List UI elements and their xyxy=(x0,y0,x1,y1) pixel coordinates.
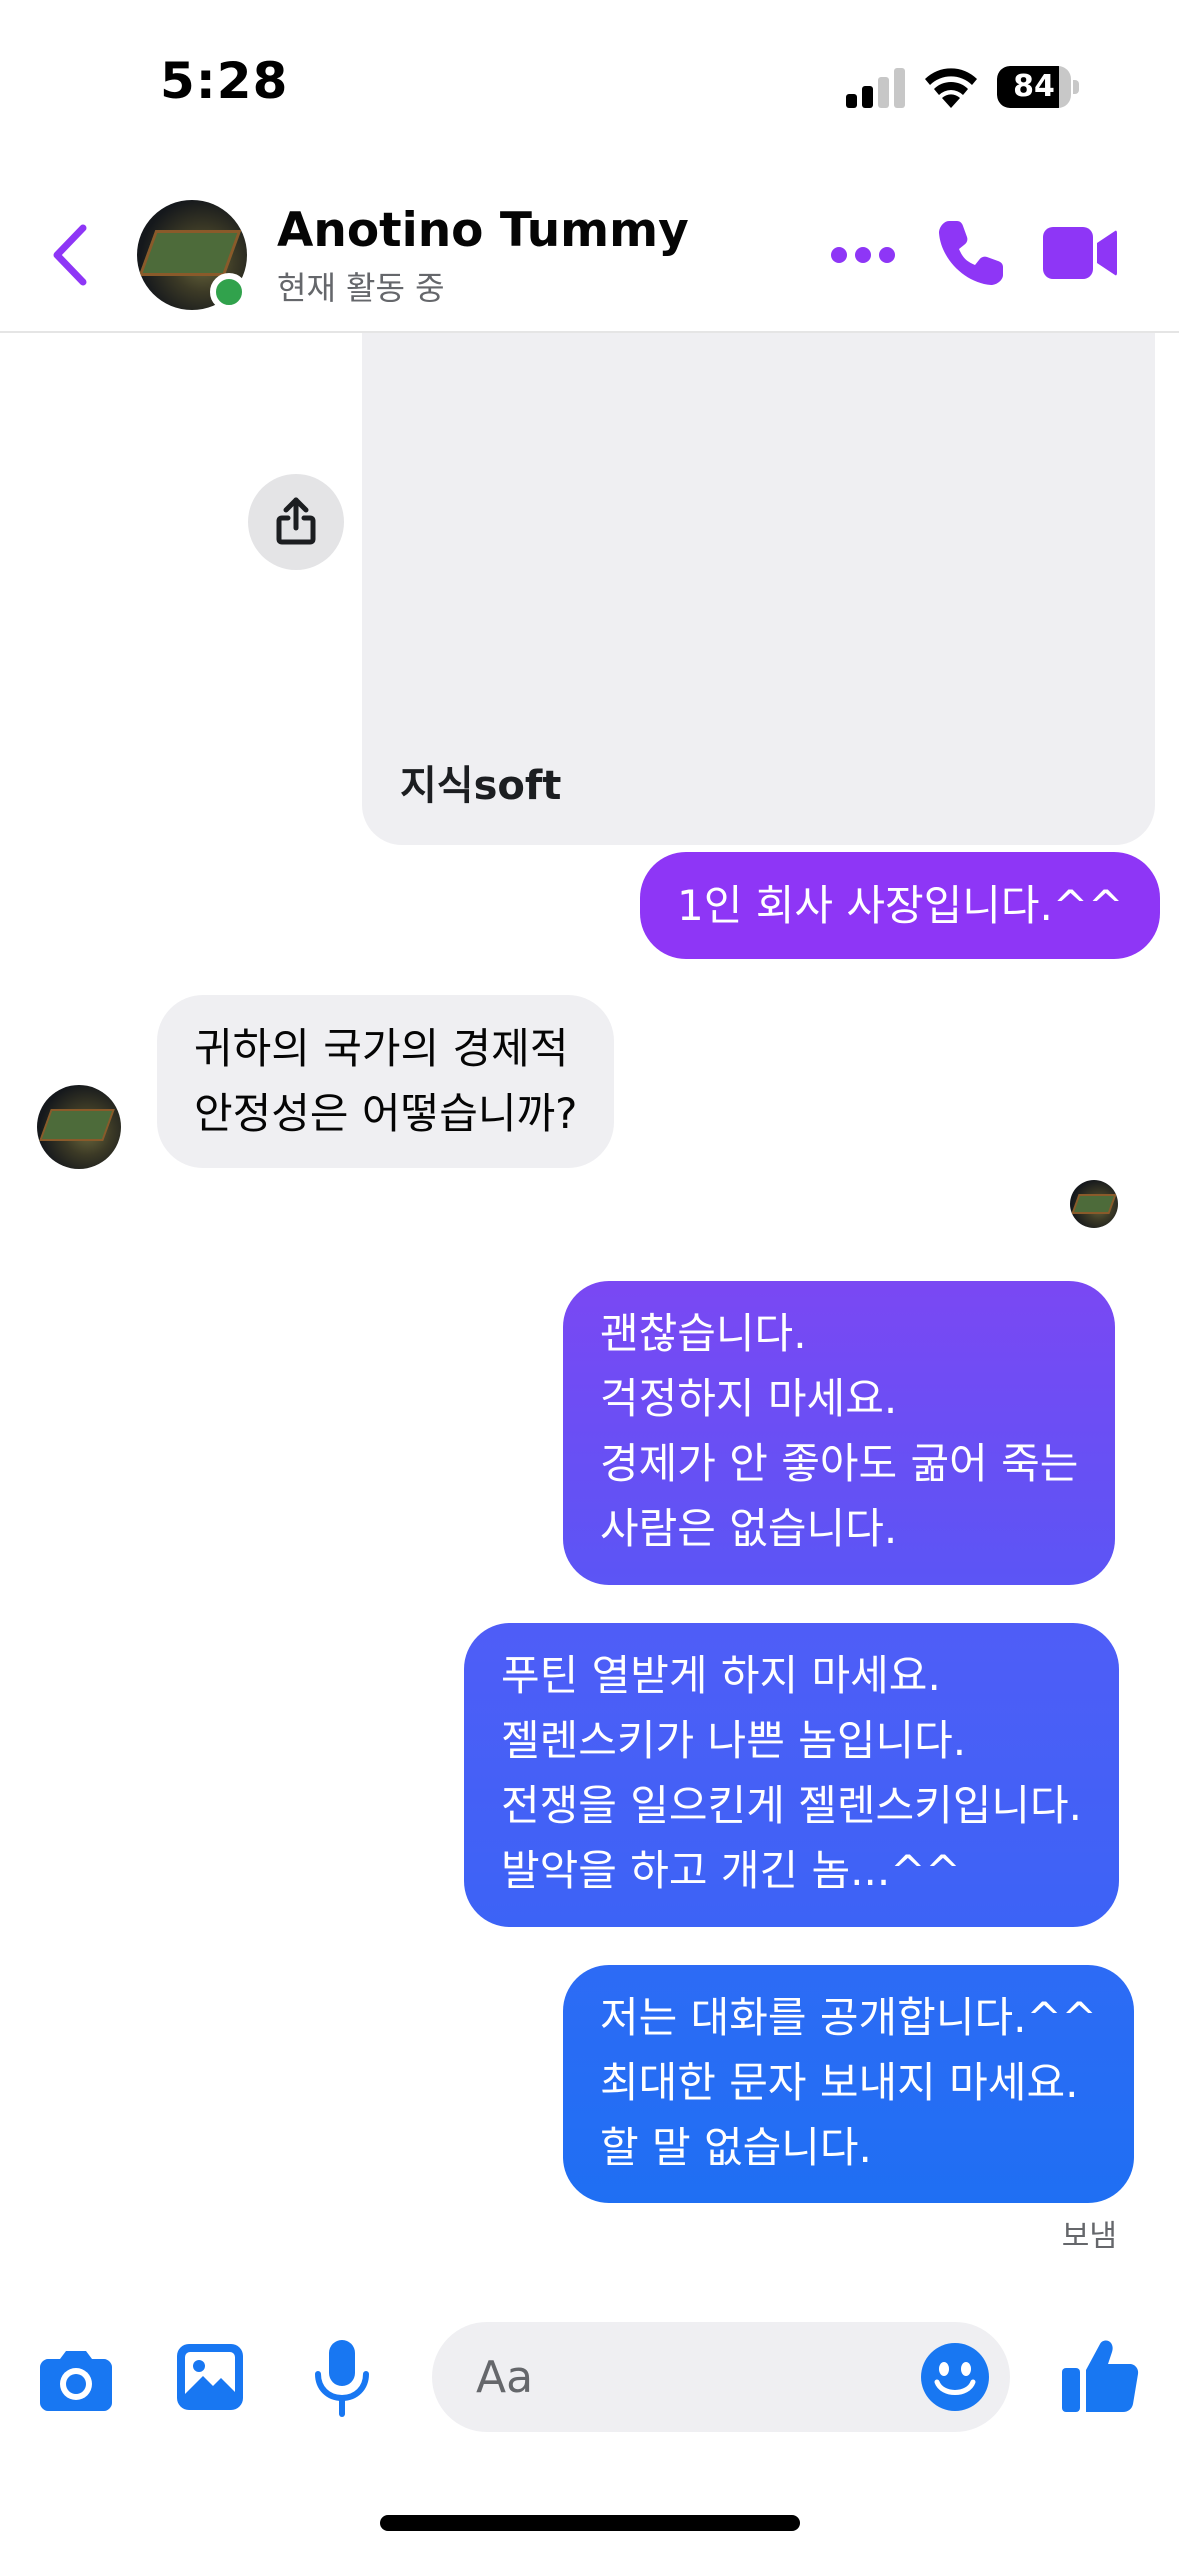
message-bubble-incoming[interactable]: 귀하의 국가의 경제적 안정성은 어떻습니까? xyxy=(157,995,615,1168)
share-button[interactable] xyxy=(248,474,344,570)
message-input-container[interactable] xyxy=(432,2322,1010,2432)
message-bubble-outgoing[interactable]: 푸틴 열받게 하지 마세요. 젤렌스키가 나쁜 놈입니다. 전쟁을 일으킨게 젤… xyxy=(464,1623,1120,1927)
read-receipt-avatar xyxy=(1070,1180,1118,1228)
messenger-chat-screen: 5:28 84 Anotino Tummy 현재 활동 중 지식soft 1인 … xyxy=(0,0,1179,2556)
microphone-icon[interactable] xyxy=(312,2338,372,2418)
message-bubble-outgoing[interactable]: 괜찮습니다. 걱정하지 마세요. 경제가 안 좋아도 굶어 죽는 사람은 없습니… xyxy=(563,1281,1116,1585)
status-bar: 5:28 84 xyxy=(0,0,1179,175)
message-composer xyxy=(0,2300,1179,2460)
phone-icon[interactable] xyxy=(935,217,1007,289)
battery-level: 84 xyxy=(1013,69,1055,104)
cellular-signal-icon xyxy=(846,68,905,108)
battery-body: 84 xyxy=(997,66,1071,108)
video-camera-icon[interactable] xyxy=(1043,225,1117,281)
battery-indicator: 84 xyxy=(997,66,1079,108)
message-bubble-outgoing[interactable]: 저는 대화를 공개합니다.^^ 최대한 문자 보내지 마세요. 할 말 없습니다… xyxy=(563,1965,1134,2203)
message-bubble-outgoing[interactable]: 1인 회사 사장입니다.^^ xyxy=(640,852,1161,959)
battery-cap xyxy=(1073,80,1079,94)
status-time: 5:28 xyxy=(160,52,289,110)
emoji-smile-icon[interactable] xyxy=(920,2342,990,2412)
wifi-icon xyxy=(925,68,977,108)
camera-icon[interactable] xyxy=(40,2347,112,2411)
online-status-dot xyxy=(210,273,248,311)
link-preview-card[interactable]: 지식soft xyxy=(362,333,1155,845)
share-icon xyxy=(276,497,316,545)
sender-avatar[interactable] xyxy=(37,1085,121,1169)
contact-status: 현재 활동 중 xyxy=(277,269,445,307)
home-indicator xyxy=(380,2515,800,2531)
link-card-title: 지식soft xyxy=(400,763,562,809)
message-input[interactable] xyxy=(476,2322,896,2432)
thumbs-up-icon[interactable] xyxy=(1060,2336,1140,2416)
chat-header: Anotino Tummy 현재 활동 중 xyxy=(0,175,1179,333)
sent-status: 보냄 xyxy=(1061,2219,1117,2254)
image-gallery-icon[interactable] xyxy=(175,2342,245,2412)
chevron-left-icon[interactable] xyxy=(45,220,95,290)
more-dots-icon[interactable] xyxy=(830,245,896,265)
contact-name[interactable]: Anotino Tummy xyxy=(277,203,689,258)
